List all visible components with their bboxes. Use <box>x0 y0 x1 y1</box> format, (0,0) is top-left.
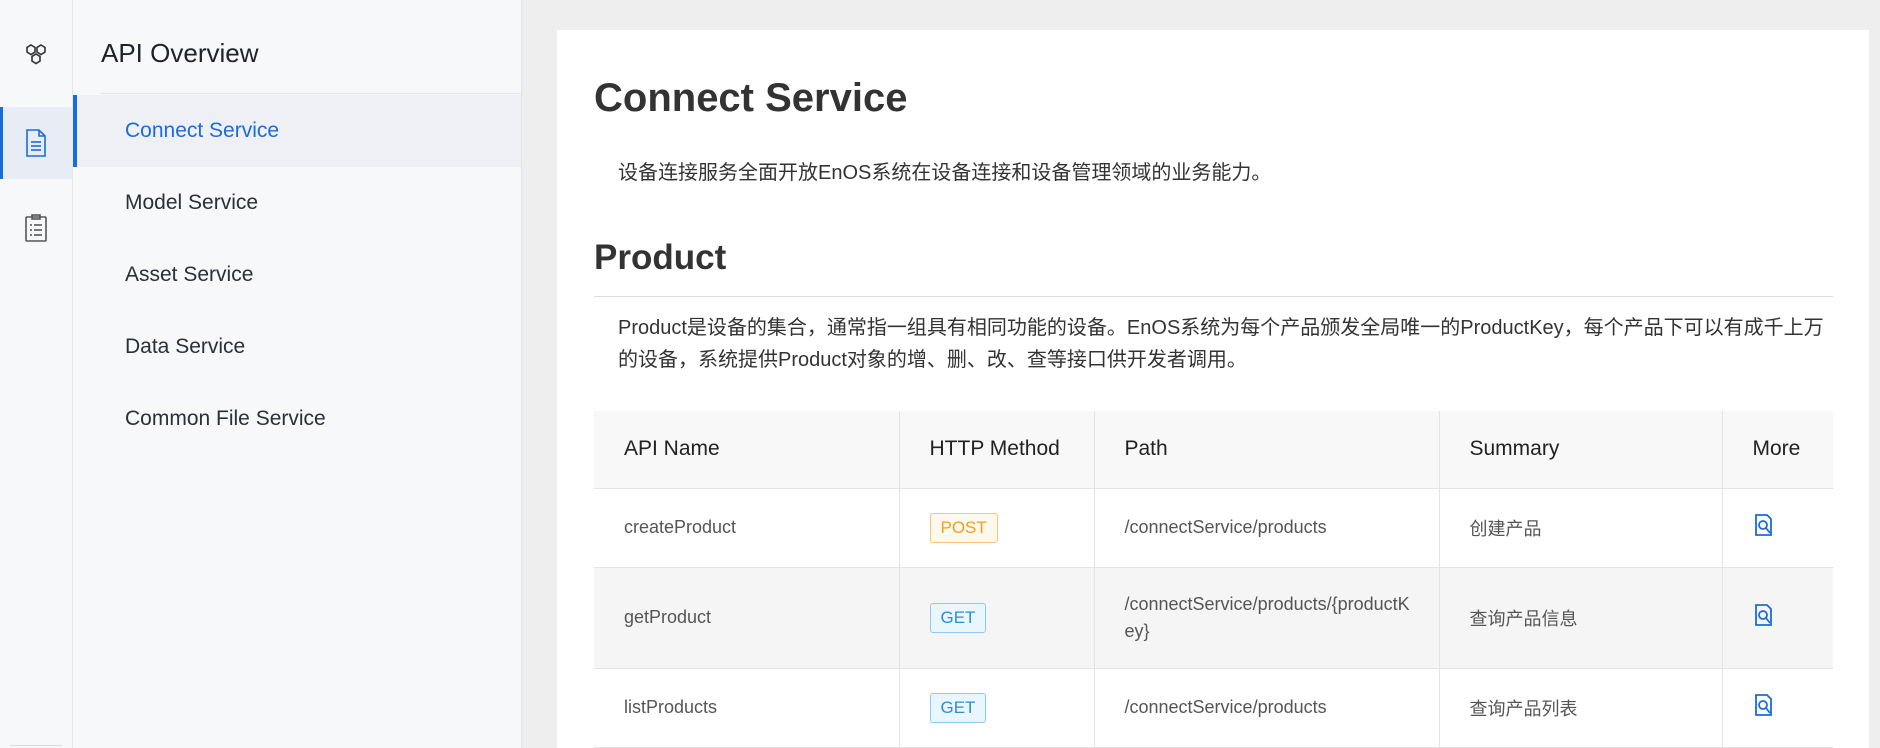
summary-cell: 查询产品信息 <box>1439 567 1723 669</box>
api-table: API Name HTTP Method Path Summary More c… <box>594 411 1833 748</box>
method-badge-get: GET <box>929 602 987 633</box>
table-row: listProducts GET /connectService/product… <box>594 668 1833 748</box>
section-divider <box>594 296 1833 297</box>
api-name-cell: getProduct <box>594 567 900 669</box>
more-cell <box>1722 567 1833 669</box>
rail-item-products[interactable] <box>0 20 72 92</box>
summary-cell: 创建产品 <box>1439 488 1723 568</box>
table-row: createProduct POST /connectService/produ… <box>594 488 1833 568</box>
path-cell: /connectService/products <box>1094 488 1440 568</box>
sidebar-divider <box>101 93 521 94</box>
more-cell <box>1722 668 1833 748</box>
http-method-cell: GET <box>899 668 1095 748</box>
doc-search-icon <box>1754 694 1772 716</box>
icon-rail <box>0 0 73 748</box>
rail-item-tasks[interactable] <box>0 192 72 264</box>
table-row: getProduct GET /connectService/products/… <box>594 567 1833 669</box>
api-name-cell: listProducts <box>594 668 900 748</box>
column-header-path: Path <box>1094 411 1440 489</box>
checklist-icon <box>25 214 47 242</box>
rail-item-api-docs[interactable] <box>0 107 72 179</box>
sidebar-item-data-service[interactable]: Data Service <box>73 311 521 383</box>
more-cell <box>1722 488 1833 568</box>
summary-cell: 查询产品列表 <box>1439 668 1723 748</box>
column-header-http-method: HTTP Method <box>899 411 1095 489</box>
path-cell: /connectService/products/{productKey} <box>1094 567 1440 669</box>
column-header-summary: Summary <box>1439 411 1723 489</box>
view-details-button[interactable] <box>1753 603 1775 632</box>
sidebar-item-model-service[interactable]: Model Service <box>73 167 521 239</box>
column-header-more: More <box>1722 411 1833 489</box>
main-content: Connect Service 设备连接服务全面开放EnOS系统在设备连接和设备… <box>557 30 1869 748</box>
doc-search-icon <box>1754 604 1772 626</box>
table-header-row: API Name HTTP Method Path Summary More <box>594 411 1833 489</box>
view-details-button[interactable] <box>1753 693 1775 722</box>
http-method-cell: GET <box>899 567 1095 669</box>
section-title: Product <box>594 238 727 277</box>
sidebar-item-connect-service[interactable]: Connect Service <box>73 95 521 167</box>
section-description: Product是设备的集合，通常指一组具有相同功能的设备。EnOS系统为每个产品… <box>618 317 1824 371</box>
sidebar-item-common-file-service[interactable]: Common File Service <box>73 383 521 455</box>
rail-divider <box>10 745 62 746</box>
page-description: 设备连接服务全面开放EnOS系统在设备连接和设备管理领域的业务能力。 <box>618 162 1272 184</box>
path-cell: /connectService/products <box>1094 668 1440 748</box>
doc-search-icon <box>1754 514 1772 536</box>
view-details-button[interactable] <box>1753 513 1775 542</box>
hexagons-icon <box>26 44 46 65</box>
http-method-cell: POST <box>899 488 1095 568</box>
document-icon <box>26 129 46 157</box>
method-badge-post: POST <box>929 512 998 543</box>
method-badge-get: GET <box>929 692 987 723</box>
api-nav-sidebar: API Overview Connect Service Model Servi… <box>73 0 522 748</box>
sidebar-title: API Overview <box>101 38 259 68</box>
column-header-api-name: API Name <box>594 411 900 489</box>
api-name-cell: createProduct <box>594 488 900 568</box>
sidebar-item-asset-service[interactable]: Asset Service <box>73 239 521 311</box>
page-title: Connect Service <box>594 76 908 120</box>
